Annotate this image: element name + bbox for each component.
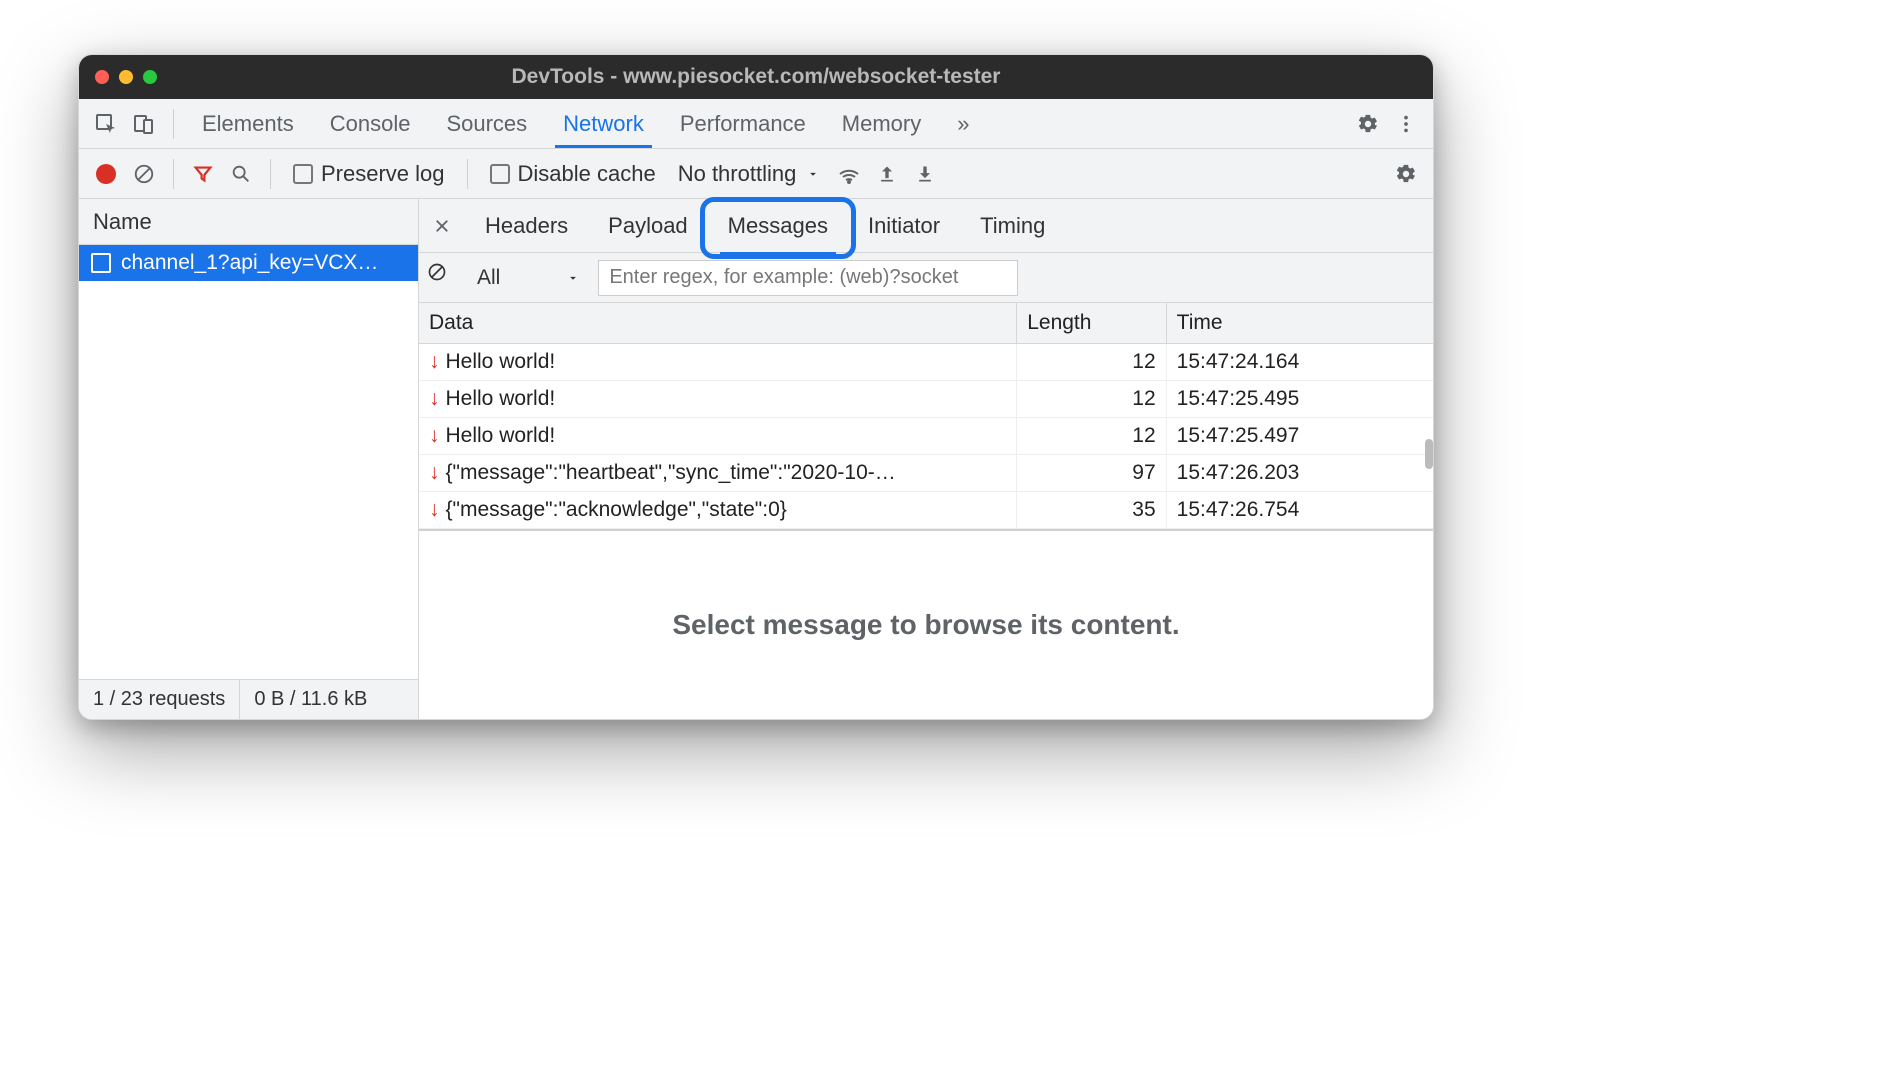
status-bar: 1 / 23 requests 0 B / 11.6 kB: [79, 679, 418, 719]
clear-icon[interactable]: [125, 155, 163, 193]
network-toolbar: Preserve log Disable cache No throttling: [79, 149, 1433, 199]
preserve-log-checkbox[interactable]: Preserve log: [293, 161, 445, 187]
message-data: ↓{"message":"heartbeat","sync_time":"202…: [419, 455, 1017, 492]
message-type-filter[interactable]: All: [469, 266, 588, 290]
message-time: 15:47:24.164: [1166, 344, 1433, 381]
divider: [173, 159, 174, 189]
detail-tab-initiator[interactable]: Initiator: [848, 207, 960, 245]
divider: [270, 159, 271, 189]
filter-icon[interactable]: [184, 155, 222, 193]
request-list-sidebar: Name channel_1?api_key=VCX… 1 / 23 reque…: [79, 199, 419, 719]
disable-cache-checkbox[interactable]: Disable cache: [490, 161, 656, 187]
device-toolbar-icon[interactable]: [125, 105, 163, 143]
zoom-window-button[interactable]: [143, 70, 157, 84]
titlebar: DevTools - www.piesocket.com/websocket-t…: [79, 55, 1433, 99]
sidebar-header-name[interactable]: Name: [79, 199, 418, 245]
message-data: ↓Hello world!: [419, 418, 1017, 455]
chevron-down-icon: [566, 271, 580, 285]
message-row[interactable]: ↓{"message":"acknowledge","state":0}3515…: [419, 492, 1433, 529]
filter-value: All: [477, 266, 500, 290]
websocket-icon: [91, 253, 111, 273]
network-conditions-icon[interactable]: [830, 155, 868, 193]
detail-tab-messages[interactable]: Messages: [708, 207, 848, 245]
message-row[interactable]: ↓Hello world!1215:47:25.497: [419, 418, 1433, 455]
arrow-down-icon: ↓: [429, 498, 440, 522]
divider: [467, 159, 468, 189]
detail-tab-payload[interactable]: Payload: [588, 207, 708, 245]
column-header-data[interactable]: Data: [419, 303, 1017, 344]
requests-count: 1 / 23 requests: [79, 680, 240, 719]
message-length: 35: [1017, 492, 1166, 529]
arrow-down-icon: ↓: [429, 387, 440, 411]
download-har-icon[interactable]: [906, 155, 944, 193]
disable-cache-label: Disable cache: [518, 161, 656, 187]
request-row[interactable]: channel_1?api_key=VCX…: [79, 245, 418, 281]
arrow-down-icon: ↓: [429, 461, 440, 485]
message-length: 12: [1017, 381, 1166, 418]
message-filter-row: All: [419, 253, 1433, 303]
message-time: 15:47:26.754: [1166, 492, 1433, 529]
settings-icon[interactable]: [1349, 105, 1387, 143]
divider: [173, 109, 174, 139]
arrow-down-icon: ↓: [429, 424, 440, 448]
window-controls: [95, 70, 157, 84]
minimize-window-button[interactable]: [119, 70, 133, 84]
tab-memory[interactable]: Memory: [824, 99, 939, 148]
messages-table: Data Length Time ↓Hello world!1215:47:24…: [419, 303, 1433, 529]
message-data: ↓Hello world!: [419, 381, 1017, 418]
transfer-size: 0 B / 11.6 kB: [240, 680, 381, 719]
kebab-menu-icon[interactable]: [1387, 105, 1425, 143]
message-time: 15:47:25.495: [1166, 381, 1433, 418]
more-tabs-button[interactable]: »: [939, 99, 987, 148]
detail-tab-headers[interactable]: Headers: [465, 207, 588, 245]
message-row[interactable]: ↓Hello world!1215:47:25.495: [419, 381, 1433, 418]
close-window-button[interactable]: [95, 70, 109, 84]
column-header-time[interactable]: Time: [1166, 303, 1433, 344]
detail-tabs: HeadersPayloadMessagesInitiatorTiming: [419, 199, 1433, 253]
tab-performance[interactable]: Performance: [662, 99, 824, 148]
message-data: ↓{"message":"acknowledge","state":0}: [419, 492, 1017, 529]
inspect-element-icon[interactable]: [87, 105, 125, 143]
network-settings-icon[interactable]: [1387, 155, 1425, 193]
throttling-select[interactable]: No throttling: [678, 161, 821, 187]
tab-network[interactable]: Network: [545, 99, 662, 148]
scrollbar-thumb[interactable]: [1425, 439, 1433, 469]
close-detail-icon[interactable]: [425, 209, 459, 243]
detail-panel: HeadersPayloadMessagesInitiatorTiming Al…: [419, 199, 1433, 719]
search-icon[interactable]: [222, 155, 260, 193]
chevron-down-icon: [806, 167, 820, 181]
message-row[interactable]: ↓Hello world!1215:47:24.164: [419, 344, 1433, 381]
main-tabs-row: ElementsConsoleSourcesNetworkPerformance…: [79, 99, 1433, 149]
tab-console[interactable]: Console: [312, 99, 429, 148]
content-area: Name channel_1?api_key=VCX… 1 / 23 reque…: [79, 199, 1433, 719]
clear-messages-icon[interactable]: [427, 262, 459, 294]
message-length: 12: [1017, 344, 1166, 381]
record-button[interactable]: [87, 155, 125, 193]
message-time: 15:47:25.497: [1166, 418, 1433, 455]
throttling-value: No throttling: [678, 161, 797, 187]
message-data: ↓Hello world!: [419, 344, 1017, 381]
arrow-down-icon: ↓: [429, 350, 440, 374]
request-name: channel_1?api_key=VCX…: [121, 251, 378, 275]
message-length: 97: [1017, 455, 1166, 492]
column-header-length[interactable]: Length: [1017, 303, 1166, 344]
window-title: DevTools - www.piesocket.com/websocket-t…: [79, 65, 1433, 89]
message-placeholder: Select message to browse its content.: [419, 529, 1433, 719]
tab-sources[interactable]: Sources: [428, 99, 545, 148]
preserve-log-label: Preserve log: [321, 161, 445, 187]
upload-har-icon[interactable]: [868, 155, 906, 193]
message-length: 12: [1017, 418, 1166, 455]
devtools-window: DevTools - www.piesocket.com/websocket-t…: [78, 54, 1434, 720]
tab-elements[interactable]: Elements: [184, 99, 312, 148]
message-time: 15:47:26.203: [1166, 455, 1433, 492]
detail-tab-timing[interactable]: Timing: [960, 207, 1065, 245]
regex-filter-input[interactable]: [598, 260, 1018, 296]
message-row[interactable]: ↓{"message":"heartbeat","sync_time":"202…: [419, 455, 1433, 492]
